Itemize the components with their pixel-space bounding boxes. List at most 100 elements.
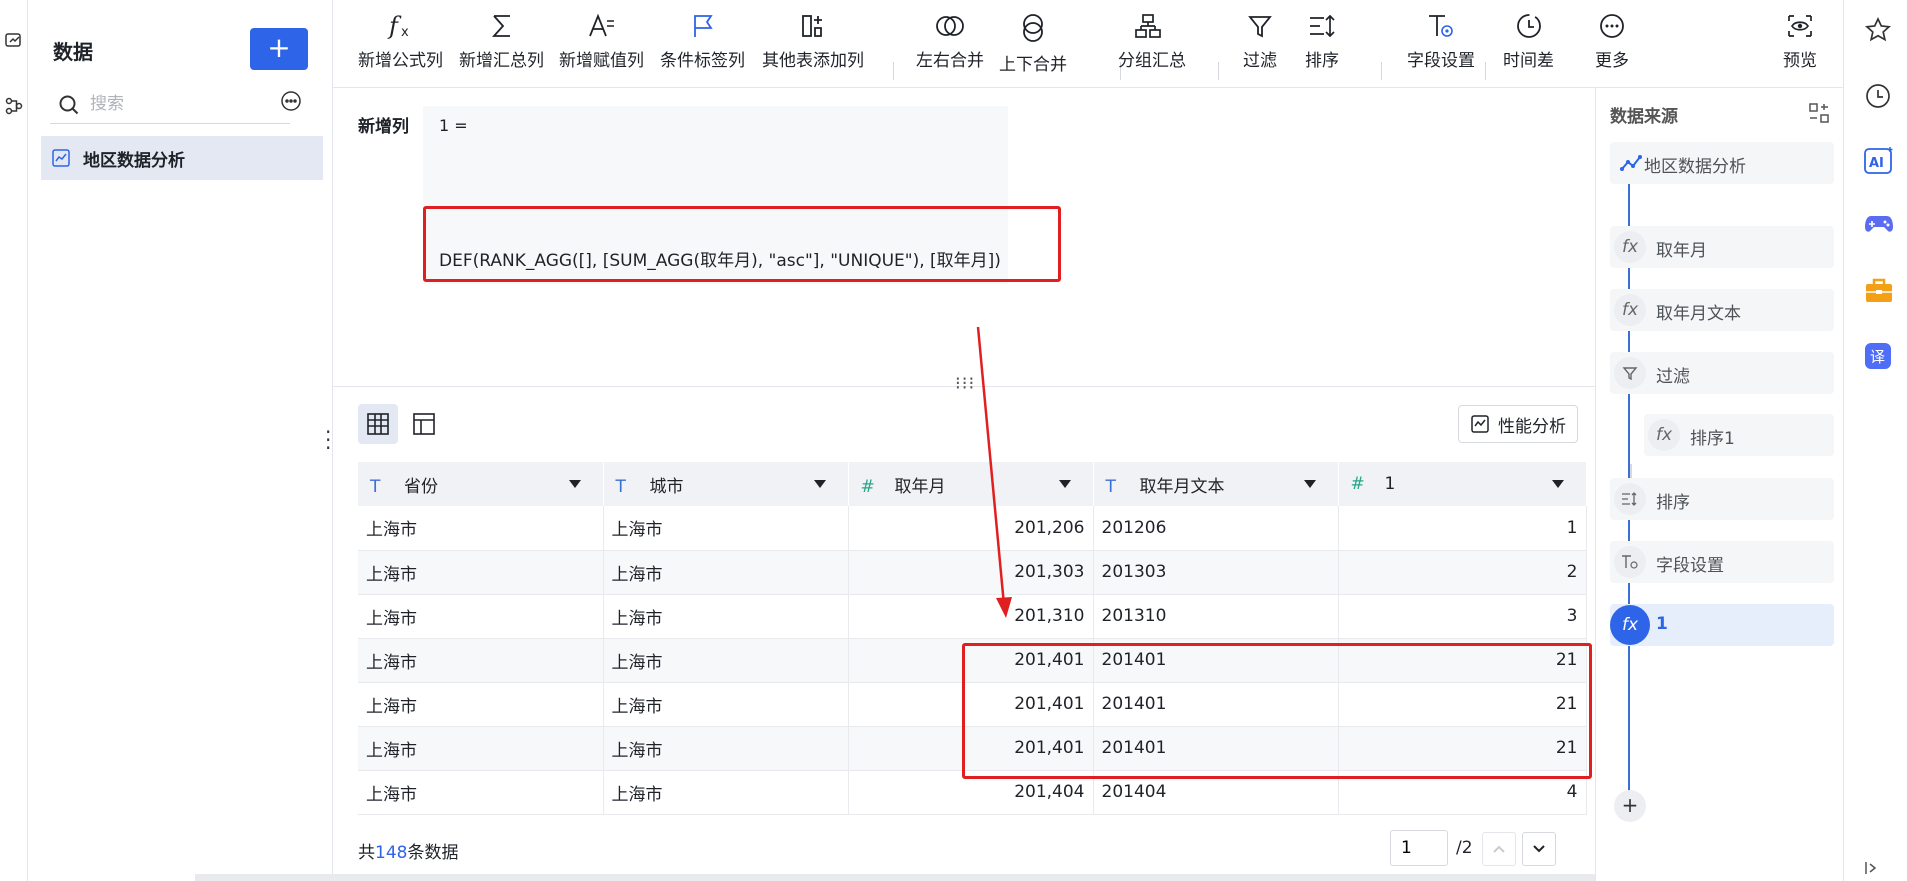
dropdown-caret-icon — [1303, 480, 1316, 488]
sort-node[interactable]: 排序 — [1610, 478, 1834, 520]
assign-icon — [588, 13, 614, 37]
filter-node[interactable]: 过滤 — [1610, 352, 1834, 394]
merge-vertical-icon — [1023, 14, 1043, 42]
rows-highlight-box — [962, 643, 1592, 779]
dataset-line-icon — [1620, 155, 1642, 171]
sort-icon — [1614, 483, 1646, 515]
merge-horizontal-button[interactable]: 左右合并 — [916, 6, 984, 71]
group-summary-button[interactable]: 分组汇总 — [1118, 6, 1186, 71]
collapse-panel-icon[interactable] — [1864, 860, 1892, 881]
time-diff-button[interactable]: 时间差 — [1503, 6, 1554, 71]
chevron-up-icon — [1493, 845, 1505, 853]
add-assign-column-button[interactable]: 新增赋值列 — [559, 6, 644, 71]
column-header[interactable]: T 城市 — [603, 462, 849, 506]
formula-equation: 1 = — [439, 116, 468, 135]
text-type-icon: T — [615, 476, 626, 497]
group-icon — [1135, 14, 1161, 38]
field-settings-icon — [1429, 15, 1453, 37]
field-settings-node[interactable]: 字段设置 — [1610, 541, 1834, 583]
layout-view-toggle[interactable] — [404, 404, 444, 444]
page-down-button[interactable] — [1522, 832, 1556, 866]
formula-node[interactable]: fx 取年月 — [1610, 226, 1834, 268]
add-summary-column-button[interactable]: 新增汇总列 — [459, 6, 544, 71]
drag-handle-icon[interactable]: ⁝⁝⁝ — [955, 373, 975, 394]
svg-text:译: 译 — [1870, 348, 1885, 366]
chevron-down-icon — [1533, 845, 1545, 853]
total-count: 共148条数据 — [358, 843, 459, 863]
grid-view-toggle[interactable] — [358, 404, 398, 444]
preview-eye-icon — [1788, 15, 1812, 37]
clock-icon — [1516, 14, 1541, 38]
grid-icon — [367, 413, 389, 435]
layout-switch-icon[interactable] — [1808, 102, 1830, 129]
formula-icon: fx — [1648, 419, 1680, 451]
filter-button[interactable]: 过滤 — [1243, 6, 1277, 71]
dropdown-caret-icon — [813, 480, 826, 488]
chart-line-icon — [52, 149, 70, 167]
filter-icon — [1248, 16, 1272, 38]
data-nav-icon[interactable] — [4, 30, 24, 50]
gamepad-icon[interactable] — [1864, 212, 1893, 240]
column-header[interactable]: T 取年月文本 — [1093, 462, 1339, 506]
toolbar: fx 新增公式列 新增汇总列 新增赋值列 条件标签列 其他表添加列 左右合并 上… — [333, 0, 1843, 88]
new-column-label: 新增列 — [358, 117, 409, 137]
right-icon-strip: AI 译 — [1843, 0, 1907, 881]
merge-vertical-button[interactable]: 上下合并 — [999, 6, 1067, 75]
formula-node[interactable]: fx 排序1 — [1644, 414, 1834, 456]
layout-icon — [413, 413, 435, 435]
formula-icon: fx — [1610, 605, 1650, 645]
dropdown-caret-icon — [1058, 480, 1071, 488]
field-settings-icon — [1614, 546, 1646, 578]
formula-node[interactable]: fx 取年月文本 — [1610, 289, 1834, 331]
preview-button[interactable]: 预览 — [1783, 6, 1817, 71]
more-options-icon[interactable] — [280, 90, 302, 117]
dataset-item[interactable]: 地区数据分析 — [41, 136, 323, 180]
flag-icon — [693, 15, 713, 37]
number-type-icon: # — [1350, 474, 1365, 494]
more-button[interactable]: 更多 — [1595, 6, 1629, 71]
table-row: 上海市 上海市 201,310 201310 3 — [358, 594, 1587, 639]
formula-highlight-box — [423, 206, 1061, 282]
formula-editor: 新增列 1 = DEF(RANK_AGG([], [SUM_AGG(取年月), … — [333, 88, 1595, 388]
add-formula-column-button[interactable]: fx 新增公式列 — [358, 6, 443, 71]
merge-horizontal-icon — [936, 16, 964, 36]
field-settings-button[interactable]: 字段设置 — [1407, 6, 1475, 71]
svg-text:f: f — [387, 12, 402, 40]
add-dataset-button[interactable]: + — [250, 28, 308, 70]
svg-text:x: x — [401, 25, 409, 40]
star-icon[interactable] — [1864, 16, 1892, 44]
history-clock-icon[interactable] — [1864, 82, 1892, 110]
translate-icon[interactable]: 译 — [1864, 342, 1892, 370]
left-rail — [0, 0, 28, 881]
flow-nav-icon[interactable] — [4, 96, 24, 116]
filter-icon — [1614, 357, 1646, 389]
page-number-input[interactable] — [1390, 830, 1448, 866]
formula-icon: fx — [1614, 231, 1646, 263]
formula-node-active[interactable]: fx 1 — [1610, 604, 1834, 646]
sort-icon — [1310, 14, 1335, 38]
column-header[interactable]: #1 — [1338, 462, 1587, 506]
search-icon — [59, 95, 79, 115]
formula-icon: fx — [1614, 294, 1646, 326]
table-row: 上海市 上海市 201,303 201303 2 — [358, 550, 1587, 595]
column-header[interactable]: # 取年月 — [848, 462, 1094, 506]
page-up-button[interactable] — [1482, 832, 1516, 866]
data-source-panel: 数据来源 地区数据分析 fx 取年月 fx 取年月文本 过滤 fx 排序1 排序… — [1595, 88, 1843, 881]
svg-text:AI: AI — [1869, 156, 1884, 171]
vertical-dots-icon[interactable]: · · · — [325, 422, 331, 458]
sort-button[interactable]: 排序 — [1305, 6, 1339, 71]
add-column-icon — [802, 15, 822, 37]
more-icon — [1600, 14, 1624, 38]
source-node[interactable]: 地区数据分析 — [1610, 142, 1834, 184]
column-header[interactable]: T 省份 — [358, 462, 604, 506]
search-input[interactable] — [90, 90, 280, 118]
add-column-from-other-table-button[interactable]: 其他表添加列 — [762, 6, 864, 71]
sigma-icon — [491, 15, 510, 37]
ai-assistant-icon[interactable]: AI — [1864, 146, 1893, 174]
performance-analysis-button[interactable]: 性能分析 — [1458, 405, 1578, 443]
search-box — [50, 86, 290, 124]
add-step-button[interactable]: + — [1614, 790, 1646, 822]
conditional-label-column-button[interactable]: 条件标签列 — [660, 6, 745, 71]
toolbox-icon[interactable] — [1864, 276, 1892, 304]
page-total: /2 — [1456, 838, 1473, 858]
